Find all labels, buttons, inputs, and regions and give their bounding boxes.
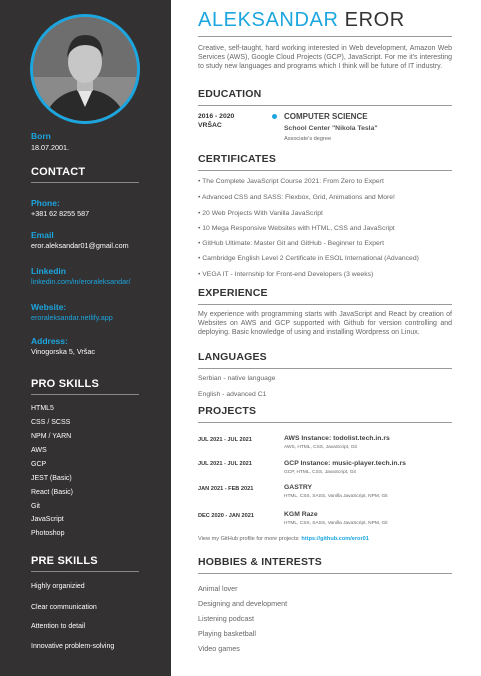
hobby-item: Video games (198, 644, 240, 653)
experience-divider (198, 304, 452, 305)
pre-skill-item: Highly organizied (31, 583, 85, 590)
certificate-item: • Cambridge English Level 2 Certificate … (198, 255, 419, 262)
language-item: English - advanced C1 (198, 391, 267, 398)
pre-skill-item: Innovative problem-solving (31, 643, 115, 650)
github-note: View my GitHub profile for more projects… (198, 536, 369, 542)
email-value[interactable]: eror.aleksandar01@gmail.com (31, 241, 129, 250)
education-school: School Center "Nikola Tesla" (284, 125, 378, 132)
website-label: Website: (31, 302, 67, 312)
linkedin-link[interactable]: linkedin.com/in/eroraleksandar/ (31, 277, 130, 286)
education-divider (198, 105, 452, 106)
certificates-heading: CERTIFICATES (198, 153, 277, 165)
education-place: VRŠAC (198, 122, 222, 129)
certificate-item: • Advanced CSS and SASS: Flexbox, Grid, … (198, 194, 395, 201)
profile-photo (30, 14, 140, 124)
pro-skill-item: Photoshop (31, 530, 65, 537)
project-dates: DEC 2020 - JAN 2021 (198, 513, 254, 519)
project-title: AWS Instance: todolist.tech.in.rs (284, 435, 390, 442)
project-tech: HTML, CSS, SASS, Vanilla JavaScript, NPM… (284, 521, 388, 526)
hobby-item: Animal lover (198, 584, 238, 593)
pro-skill-item: JEST (Basic) (31, 475, 72, 482)
name-divider (198, 36, 452, 37)
pro-skills-divider (31, 394, 139, 395)
contact-divider (31, 182, 139, 183)
last-name: EROR (344, 9, 405, 31)
github-note-text: View my GitHub profile for more projects… (198, 536, 302, 542)
project-tech: HTML, CSS, SASS, Vanilla JavaScript, NPM… (284, 494, 388, 499)
pro-skill-item: Git (31, 503, 40, 510)
pro-skill-item: HTML5 (31, 405, 54, 412)
education-dates: 2016 - 2020 (198, 113, 235, 120)
address-label: Address: (31, 336, 68, 346)
language-item: Serbian - native language (198, 375, 276, 382)
pro-skill-item: NPM / YARN (31, 433, 72, 440)
email-label: Email (31, 230, 54, 240)
education-bullet-icon (272, 114, 277, 119)
hobby-item: Listening podcast (198, 614, 254, 623)
pre-skill-item: Clear communication (31, 604, 97, 611)
summary-text: Creative, self-taught, hard working inte… (198, 45, 452, 70)
project-title: GASTRY (284, 484, 313, 491)
pre-skills-heading: PRE SKILLS (31, 555, 98, 567)
hobbies-heading: HOBBIES & INTERESTS (198, 556, 322, 568)
full-name: ALEKSANDAR EROR (198, 9, 405, 32)
languages-heading: LANGUAGES (198, 351, 267, 363)
address-value: Vinogorska 5, Vršac (31, 347, 95, 356)
pre-skills-divider (31, 571, 139, 572)
project-title: GCP Instance: music-player.tech.in.rs (284, 460, 406, 467)
certificate-item: • 10 Mega Responsive Websites with HTML,… (198, 225, 395, 232)
hobbies-divider (198, 573, 452, 574)
project-dates: JUL 2021 - JUL 2021 (198, 437, 252, 443)
main-content: ALEKSANDAR EROR Creative, self-taught, h… (171, 0, 481, 676)
pro-skill-item: AWS (31, 447, 47, 454)
phone-value[interactable]: +381 62 8255 587 (31, 209, 89, 218)
sidebar: Born 18.07.2001. CONTACT Phone: +381 62 … (0, 0, 171, 676)
first-name: ALEKSANDAR (198, 9, 339, 31)
website-link[interactable]: eroraleksandar.netlify.app (31, 313, 113, 322)
certificate-item: • The Complete JavaScript Course 2021: F… (198, 178, 384, 185)
pro-skill-item: CSS / SCSS (31, 419, 71, 426)
experience-text: My experience with programming starts wi… (198, 311, 452, 336)
education-degree: Associate's degree (284, 136, 332, 142)
contact-heading: CONTACT (31, 166, 86, 178)
phone-label: Phone: (31, 198, 60, 208)
experience-heading: EXPERIENCE (198, 287, 268, 299)
github-link[interactable]: https://github.com/eror01 (301, 536, 368, 542)
pro-skills-heading: PRO SKILLS (31, 378, 100, 390)
hobby-item: Designing and development (198, 599, 288, 608)
linkedin-label: Linkedin (31, 266, 66, 276)
project-tech: AWS, HTML, CSS, JavaScript, Git (284, 445, 357, 450)
certificate-item: • VEGA IT - Internship for Front-end Dev… (198, 271, 374, 278)
project-dates: JUL 2021 - JUL 2021 (198, 461, 252, 467)
languages-divider (198, 368, 452, 369)
project-dates: JAN 2021 - FEB 2021 (198, 486, 254, 492)
project-title: KGM Raze (284, 511, 318, 518)
education-heading: EDUCATION (198, 88, 262, 100)
project-tech: GCP, HTML, CSS, JavaScript, Git (284, 470, 356, 475)
pre-skill-item: Attention to detail (31, 623, 86, 630)
pro-skill-item: GCP (31, 461, 47, 468)
born-value: 18.07.2001. (31, 143, 69, 152)
education-title: COMPUTER SCIENCE (284, 112, 368, 121)
pro-skill-item: React (Basic) (31, 489, 74, 496)
hobby-item: Playing basketball (198, 629, 256, 638)
pro-skill-item: JavaScript (31, 516, 64, 523)
projects-divider (198, 422, 452, 423)
certificate-item: • 20 Web Projects With Vanilla JavaScrip… (198, 210, 323, 217)
certificate-item: • GitHub Ultimate: Master Git and GitHub… (198, 240, 384, 247)
projects-heading: PROJECTS (198, 405, 257, 417)
certificates-divider (198, 170, 452, 171)
born-label: Born (31, 131, 51, 141)
